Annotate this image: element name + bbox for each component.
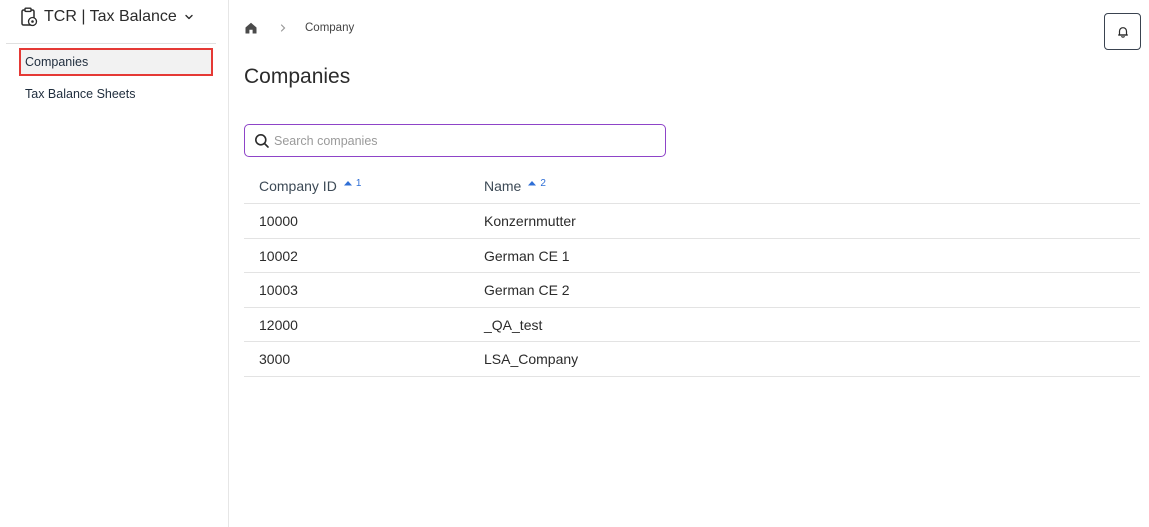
home-icon[interactable] — [244, 21, 258, 35]
main-content: Company Companies Company ID 1 — [230, 0, 1149, 527]
chevron-right-icon — [278, 23, 288, 33]
cell-company-id: 10003 — [259, 282, 298, 299]
sidebar-item-companies[interactable]: Companies — [19, 48, 213, 76]
cell-company-name: Konzernmutter — [484, 213, 576, 229]
sort-up-icon — [343, 179, 353, 187]
sidebar: TCR | Tax Balance Companies Tax Balance … — [0, 0, 229, 527]
cell-company-id: 10000 — [259, 213, 298, 229]
table-header: Company ID 1 Name 2 — [244, 169, 1140, 204]
search-icon — [254, 133, 270, 149]
app-title: TCR | Tax Balance — [44, 8, 177, 25]
search-box — [244, 124, 666, 157]
table-row[interactable]: 10003 German CE 2 — [244, 273, 1140, 308]
app-switcher[interactable]: TCR | Tax Balance — [20, 6, 195, 28]
clipboard-settings-icon — [20, 7, 38, 27]
page-title: Companies — [244, 65, 351, 88]
chevron-down-icon — [183, 11, 195, 23]
companies-table: Company ID 1 Name 2 10000 Konzernmutter … — [244, 169, 1140, 377]
sort-order-index: 1 — [355, 177, 362, 189]
table-row[interactable]: 10000 Konzernmutter — [244, 204, 1140, 239]
bell-icon — [1116, 25, 1130, 39]
table-row[interactable]: 10002 German CE 1 — [244, 239, 1140, 274]
cell-company-name: German CE 1 — [484, 247, 570, 264]
sort-up-icon — [527, 179, 537, 187]
column-header-name[interactable]: Name 2 — [484, 177, 546, 195]
cell-company-name: _QA_test — [484, 316, 543, 333]
sidebar-divider — [6, 43, 216, 44]
cell-company-id: 10002 — [259, 247, 298, 264]
cell-company-id: 12000 — [259, 316, 298, 333]
sidebar-item-label: Tax Balance Sheets — [25, 87, 136, 101]
column-label: Company ID — [259, 178, 337, 194]
breadcrumb: Company — [244, 18, 354, 38]
search-input[interactable] — [274, 133, 654, 148]
cell-company-name: German CE 2 — [484, 282, 570, 299]
sort-order-index: 2 — [540, 177, 546, 189]
sidebar-item-tax-balance-sheets[interactable]: Tax Balance Sheets — [19, 80, 213, 108]
column-label: Name — [484, 178, 522, 194]
cell-company-name: LSA_Company — [484, 351, 579, 368]
notifications-button[interactable] — [1104, 13, 1141, 50]
cell-company-id: 3000 — [259, 351, 291, 368]
breadcrumb-current: Company — [305, 22, 355, 34]
table-row[interactable]: 12000 _QA_test — [244, 308, 1140, 343]
table-row[interactable]: 3000 LSA_Company — [244, 342, 1140, 377]
column-header-company-id[interactable]: Company ID 1 — [259, 177, 362, 195]
sidebar-item-label: Companies — [25, 55, 89, 69]
